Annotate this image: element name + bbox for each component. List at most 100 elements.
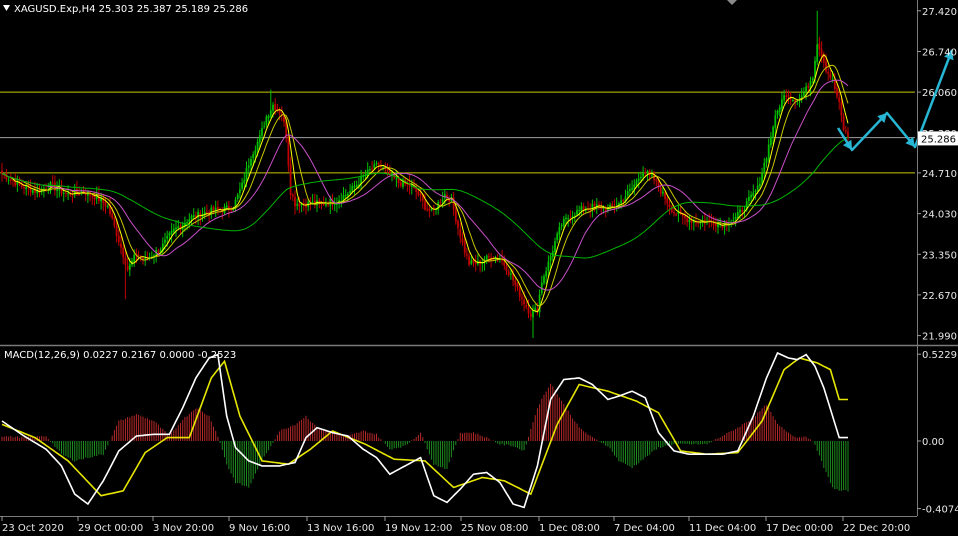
candle-body [419,193,422,196]
candle-body [673,211,675,214]
candle-body [468,256,470,265]
candle-body [9,179,12,181]
candle-body [225,205,228,208]
candle-body [386,169,389,171]
candle-body [697,222,700,224]
candle-body [787,95,790,97]
price-tick-label: 26.740 [922,48,957,59]
candle-body [188,219,191,222]
candle-body [507,271,510,275]
price-tick-label: 26.060 [922,88,957,99]
candle-body [792,100,794,101]
candle-body [825,61,827,72]
candle-body [626,191,629,196]
candle-body [347,193,349,196]
candle-body [842,116,845,130]
candle-body [117,235,120,243]
time-tick-label: 22 Dec 20:00 [843,523,910,534]
candle-body [91,195,94,197]
candle-body [688,219,691,222]
current-price-badge: 25.286 [918,131,958,146]
candle-body [325,203,327,206]
candle-body [521,297,523,299]
candle-body [377,163,380,166]
candle-body [659,187,662,194]
candle-body [239,189,241,194]
candle-body [684,215,686,219]
price-tick-label: 24.710 [922,169,957,180]
candle-body [686,218,689,223]
candle-body [186,222,188,224]
candle-body [120,243,122,248]
candle-body [770,136,772,146]
candle-body [675,214,678,216]
candle-body [166,235,169,239]
candle-body [488,256,490,258]
candle-body [580,206,583,211]
candle-body [822,56,825,63]
candle-body [142,257,144,260]
current-price-label: 25.286 [921,134,956,145]
candle-body [20,184,23,187]
candle-body [567,218,570,220]
candle-body [7,179,10,181]
candle-body [318,200,321,202]
candle-body [291,194,294,197]
candle-body [192,215,195,218]
time-tick-label: 11 Dec 04:00 [689,523,756,534]
candle-body [470,260,473,264]
candle-body [439,201,442,203]
candle-body [106,205,109,208]
candle-body [739,209,741,213]
candle-body [783,95,785,101]
candle-body [562,218,565,227]
candle-body [344,194,347,196]
candle-body [115,225,118,236]
candle-body [247,165,250,168]
candle-body [611,203,614,207]
xagusd-chart[interactable]: 27.42026.74026.06025.38024.71024.03023.3… [0,0,958,536]
candle-body [399,182,402,187]
candle-body [51,182,54,184]
candle-body [523,299,525,305]
candle-body [168,233,171,236]
candle-body [644,172,647,174]
candle-body [294,197,296,207]
candle-body [708,219,711,221]
candle-body [274,104,277,111]
candle-body [428,208,431,211]
candle-body [767,144,770,160]
candle-body [800,95,803,98]
macd-header: MACD(12,26,9) 0.0227 0.2167 0.0000 -0.25… [4,350,236,361]
time-tick-label: 13 Nov 16:00 [307,523,374,534]
candle-body [772,127,774,137]
candle-body [245,168,248,181]
candle-body [23,187,25,189]
price-tick-label: 22.670 [922,291,957,302]
candle-body [243,179,246,184]
time-tick-label: 7 Dec 04:00 [614,523,675,534]
symbol-header: XAGUSD.Exp,H4 25.303 25.387 25.189 25.28… [14,4,248,15]
time-tick-label: 19 Nov 12:00 [385,523,452,534]
time-tick-label: 29 Oct 00:00 [78,523,143,534]
candle-body [369,169,371,171]
candle-body [774,115,777,128]
candle-body [355,184,358,188]
candle-body [113,217,116,226]
candle-body [754,190,757,192]
candle-body [756,185,759,191]
candle-body [457,220,459,229]
candle-body [640,177,642,179]
candle-body [807,85,810,88]
candle-body [175,227,177,230]
candle-body [635,180,638,186]
price-tick-label: 27.420 [922,7,957,18]
candle-body [776,111,779,116]
candle-body [558,227,561,235]
candle-body [690,220,693,223]
time-tick-label: 3 Nov 20:00 [153,523,214,534]
macd-tick-label: 0.5229 [922,350,957,361]
candle-body [560,225,563,227]
candle-body [258,135,261,143]
candle-body [503,261,506,266]
